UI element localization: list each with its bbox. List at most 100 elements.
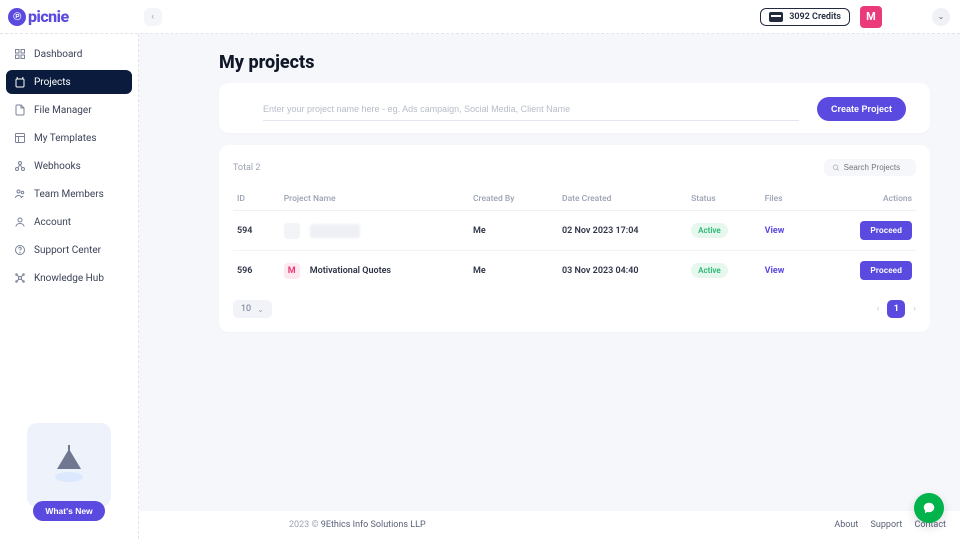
table-row: 596 M Motivational Quotes Me 03 Nov 2023… <box>233 251 916 291</box>
col-date-created: Date Created <box>558 188 687 211</box>
avatar[interactable]: M <box>860 6 882 28</box>
table-row: 594 Me 02 Nov 2023 17:04 Active View Pro… <box>233 211 916 251</box>
page-size-select[interactable]: 10 ⌄ <box>233 300 272 318</box>
sidebar-item-label: File Manager <box>34 105 92 116</box>
chat-fab[interactable] <box>914 493 944 523</box>
credits-pill[interactable]: 3092 Credits <box>760 8 850 26</box>
chevron-down-icon: ⌄ <box>938 12 945 21</box>
main-content: My projects Create Project Total 2 <box>139 34 960 539</box>
create-project-card: Create Project <box>219 83 930 133</box>
sidebar: Dashboard Projects File Manager My Templ… <box>0 34 139 539</box>
sidebar-item-label: Team Members <box>34 189 104 200</box>
sidebar-item-file-manager[interactable]: File Manager <box>6 98 132 122</box>
whats-new-button[interactable]: What's New <box>33 501 104 521</box>
brand-logo[interactable]: ℗ picnie <box>8 7 69 26</box>
footer: 2023 © 9Ethics Info Solutions LLP About … <box>139 511 960 539</box>
team-icon <box>14 188 26 200</box>
page-prev[interactable]: ‹ <box>877 304 880 314</box>
project-name-redacted <box>310 224 360 238</box>
search-input[interactable] <box>844 163 908 172</box>
view-files-link[interactable]: View <box>765 266 785 276</box>
brand-name: picnie <box>28 7 69 26</box>
page-size-value: 10 <box>241 304 251 314</box>
page-current[interactable]: 1 <box>887 300 905 318</box>
cell-created-by: Me <box>469 251 558 291</box>
user-menu-dropdown[interactable]: ⌄ <box>932 8 950 26</box>
cell-date-created: 02 Nov 2023 17:04 <box>558 211 687 251</box>
lamp-icon <box>49 445 89 485</box>
projects-table-card: Total 2 ID Project Name Created By Date <box>219 145 930 332</box>
footer-link-support[interactable]: Support <box>871 520 903 530</box>
sidebar-item-label: Account <box>34 217 71 228</box>
cell-actions: Proceed <box>850 211 916 251</box>
pagination: ‹ 1 › <box>877 300 916 318</box>
search-projects[interactable] <box>824 159 916 176</box>
sidebar-item-label: Knowledge Hub <box>34 273 104 284</box>
avatar-initial: M <box>866 10 876 23</box>
chevron-left-icon: ‹ <box>151 12 154 22</box>
col-actions: Actions <box>850 188 916 211</box>
promo-illustration <box>27 423 111 507</box>
cell-date-created: 03 Nov 2023 04:40 <box>558 251 687 291</box>
knowledge-icon <box>14 272 26 284</box>
sidebar-item-team-members[interactable]: Team Members <box>6 182 132 206</box>
account-icon <box>14 216 26 228</box>
sidebar-item-account[interactable]: Account <box>6 210 132 234</box>
project-thumb <box>284 223 300 239</box>
status-badge: Active <box>691 263 728 278</box>
sidebar-item-knowledge-hub[interactable]: Knowledge Hub <box>6 266 132 290</box>
app-header: ℗ picnie ‹ 3092 Credits M ⌄ <box>0 0 960 34</box>
chat-icon <box>922 501 936 515</box>
col-status: Status <box>687 188 760 211</box>
sidebar-item-label: Projects <box>34 77 71 88</box>
table-footer: 10 ⌄ ‹ 1 › <box>233 300 916 318</box>
header-left: ℗ picnie ‹ <box>10 7 162 26</box>
project-name-input[interactable] <box>263 98 799 121</box>
proceed-button[interactable]: Proceed <box>860 261 912 280</box>
cell-created-by: Me <box>469 211 558 251</box>
cell-files: View <box>761 251 850 291</box>
sidebar-item-label: Webhooks <box>34 161 81 172</box>
col-files: Files <box>761 188 850 211</box>
templates-icon <box>14 132 26 144</box>
page-title: My projects <box>219 52 930 73</box>
create-project-button[interactable]: Create Project <box>817 97 906 121</box>
card-icon <box>769 12 783 22</box>
footer-company[interactable]: 9Ethics Info Solutions LLP <box>321 520 426 530</box>
cell-id: 596 <box>233 251 280 291</box>
create-project-label: Create Project <box>831 104 892 114</box>
project-name-text: Motivational Quotes <box>310 266 391 276</box>
logo-mark-icon: ℗ <box>8 8 26 26</box>
col-created-by: Created By <box>469 188 558 211</box>
footer-link-about[interactable]: About <box>834 520 858 530</box>
sidebar-promo: What's New <box>6 413 132 533</box>
sidebar-item-label: My Templates <box>34 133 97 144</box>
chevron-down-icon: ⌄ <box>257 305 264 314</box>
sidebar-item-webhooks[interactable]: Webhooks <box>6 154 132 178</box>
sidebar-item-my-templates[interactable]: My Templates <box>6 126 132 150</box>
page-next[interactable]: › <box>913 304 916 314</box>
support-icon <box>14 244 26 256</box>
sidebar-item-label: Support Center <box>34 245 101 256</box>
cell-project-name <box>280 211 469 251</box>
sidebar-item-dashboard[interactable]: Dashboard <box>6 42 132 66</box>
col-project-name: Project Name <box>280 188 469 211</box>
cell-status: Active <box>687 211 760 251</box>
sidebar-item-support-center[interactable]: Support Center <box>6 238 132 262</box>
cell-project-name: M Motivational Quotes <box>280 251 469 291</box>
project-thumb: M <box>284 263 300 279</box>
file-icon <box>14 104 26 116</box>
total-count: Total 2 <box>233 163 260 173</box>
cell-status: Active <box>687 251 760 291</box>
cell-files: View <box>761 211 850 251</box>
sidebar-collapse-button[interactable]: ‹ <box>144 8 162 26</box>
proceed-button[interactable]: Proceed <box>860 221 912 240</box>
webhooks-icon <box>14 160 26 172</box>
search-icon <box>832 163 840 172</box>
sidebar-item-projects[interactable]: Projects <box>6 70 132 94</box>
view-files-link[interactable]: View <box>765 226 785 236</box>
sidebar-item-label: Dashboard <box>34 49 82 60</box>
header-right: 3092 Credits M ⌄ <box>760 6 950 28</box>
status-badge: Active <box>691 223 728 238</box>
col-id: ID <box>233 188 280 211</box>
